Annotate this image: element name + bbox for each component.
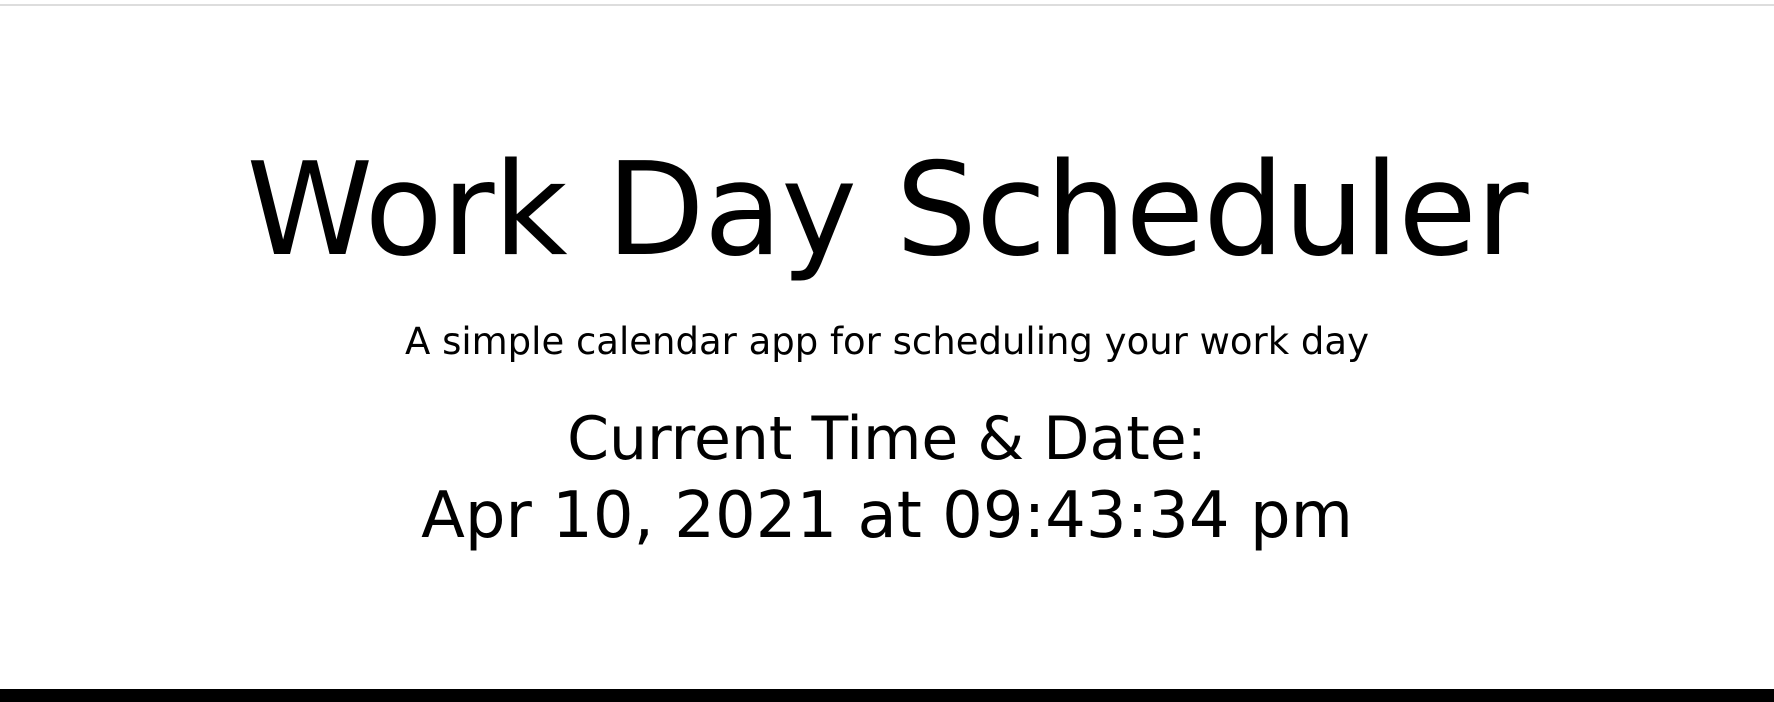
current-time-value: Apr 10, 2021 at 09:43:34 pm [421,479,1353,553]
page-title: Work Day Scheduler [246,136,1528,285]
bottom-border [0,689,1774,702]
page-subtitle: A simple calendar app for scheduling you… [405,320,1369,363]
page-header: Work Day Scheduler A simple calendar app… [0,6,1774,689]
current-time-label: Current Time & Date: [567,404,1207,474]
